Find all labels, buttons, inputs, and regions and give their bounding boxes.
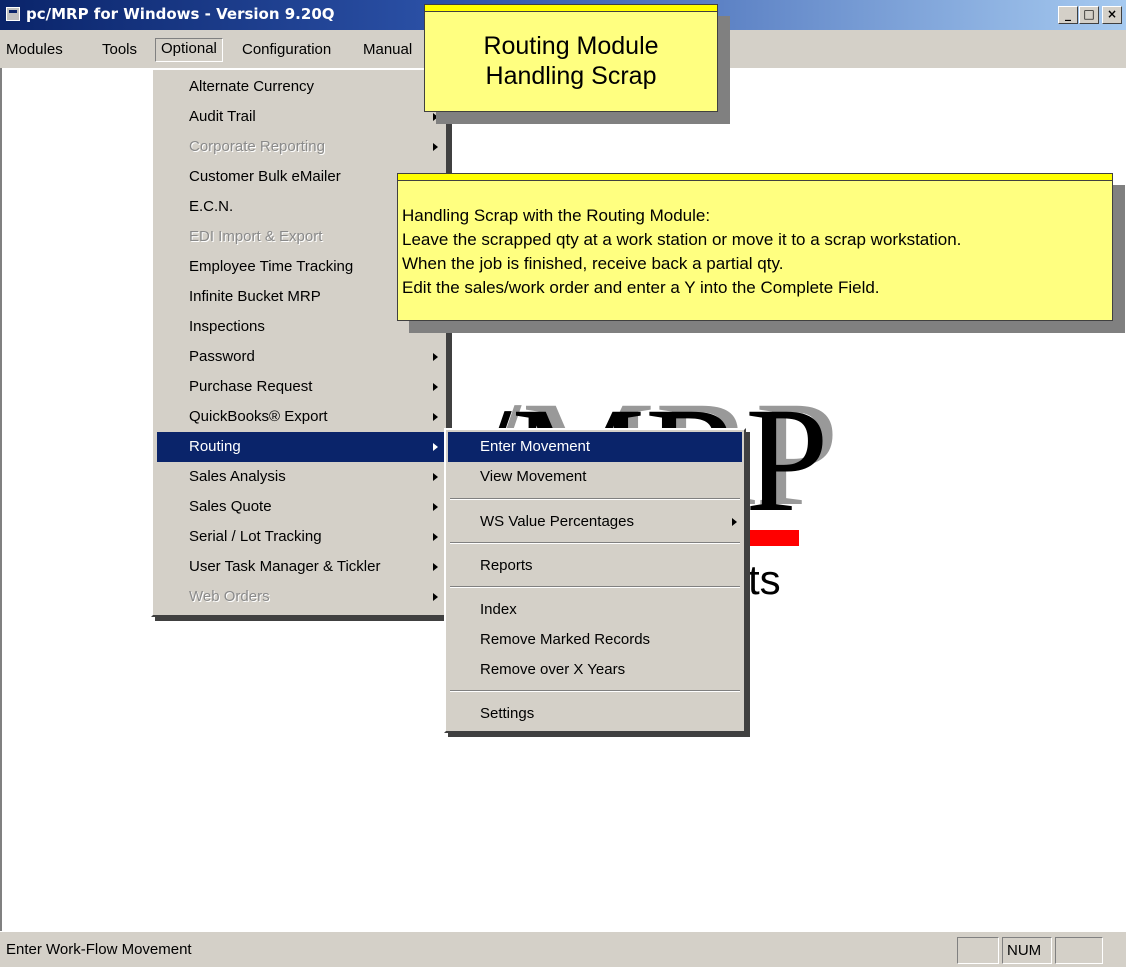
menu-item-label: Employee Time Tracking: [189, 258, 354, 275]
menu-item-web-orders: Web Orders: [157, 582, 444, 612]
menu-item-index[interactable]: Index: [448, 595, 742, 625]
menu-item-label: Audit Trail: [189, 108, 256, 125]
menu-item-label: Infinite Bucket MRP: [189, 288, 321, 305]
menu-item-label: Remove Marked Records: [480, 631, 651, 648]
submenu-arrow-icon: [433, 503, 438, 511]
callout-body-line3: When the job is finished, receive back a…: [402, 254, 784, 273]
menu-item-routing[interactable]: Routing: [157, 432, 444, 462]
menu-configuration[interactable]: Configuration: [242, 39, 331, 61]
menu-tools[interactable]: Tools: [102, 39, 137, 61]
callout-body-line4: Edit the sales/work order and enter a Y …: [402, 278, 880, 297]
window-title: pc/MRP for Windows - Version 9.20Q: [26, 5, 335, 23]
menu-item-label: Reports: [480, 557, 533, 574]
menu-item-label: Routing: [189, 438, 241, 455]
callout-body-line2: Leave the scrapped qty at a work station…: [402, 230, 962, 249]
callout-title-line2: Handling Scrap: [485, 62, 657, 90]
menu-item-label: Password: [189, 348, 255, 365]
menu-separator: [450, 586, 740, 588]
menu-item-label: Serial / Lot Tracking: [189, 528, 322, 545]
status-panel-blank: [1055, 937, 1103, 964]
menu-separator: [450, 690, 740, 692]
submenu-arrow-icon: [433, 113, 438, 121]
menu-item-sales-quote[interactable]: Sales Quote: [157, 492, 444, 522]
menu-item-label: View Movement: [480, 468, 587, 485]
maximize-button[interactable]: □: [1079, 6, 1099, 24]
minimize-button[interactable]: _: [1058, 6, 1078, 24]
menu-item-label: Customer Bulk eMailer: [189, 168, 341, 185]
menu-item-label: QuickBooks® Export: [189, 408, 328, 425]
callout-band: [425, 5, 717, 12]
menu-item-quickbooks-export[interactable]: QuickBooks® Export: [157, 402, 444, 432]
window-left-edge: [0, 68, 2, 931]
menu-item-serial-lot-tracking[interactable]: Serial / Lot Tracking: [157, 522, 444, 552]
menu-item-user-task-manager-tickler[interactable]: User Task Manager & Tickler: [157, 552, 444, 582]
menu-item-label: Sales Analysis: [189, 468, 286, 485]
close-button[interactable]: ×: [1102, 6, 1122, 24]
menu-item-label: Remove over X Years: [480, 661, 626, 678]
menu-modules[interactable]: Modules: [6, 39, 63, 61]
submenu-arrow-icon: [433, 353, 438, 361]
callout-body-line1: Handling Scrap with the Routing Module:: [402, 206, 711, 225]
callout-band: [398, 174, 1112, 181]
menu-item-password[interactable]: Password: [157, 342, 444, 372]
status-bar: Enter Work-Flow Movement NUM: [0, 931, 1126, 967]
menu-item-label: User Task Manager & Tickler: [189, 558, 381, 575]
menu-item-ws-value-percentages[interactable]: WS Value Percentages: [448, 507, 742, 537]
menu-item-label: Purchase Request: [189, 378, 313, 395]
routing-submenu: Enter Movement View Movement WS Value Pe…: [444, 428, 746, 733]
info-callout: Handling Scrap with the Routing Module: …: [397, 173, 1113, 321]
status-message: Enter Work-Flow Movement: [6, 941, 192, 958]
menu-item-label: Inspections: [189, 318, 265, 335]
menu-separator: [450, 498, 740, 500]
submenu-arrow-icon: [433, 593, 438, 601]
menu-manual[interactable]: Manual: [363, 39, 412, 61]
menu-item-label: Index: [480, 601, 517, 618]
status-panel-empty: [957, 937, 999, 964]
menu-item-label: Enter Movement: [480, 438, 591, 455]
menu-item-remove-over-x-years[interactable]: Remove over X Years: [448, 655, 742, 685]
menu-separator: [450, 542, 740, 544]
title-callout: Routing Module Handling Scrap: [424, 4, 718, 112]
menu-item-settings[interactable]: Settings: [448, 699, 742, 729]
status-panel-num: NUM: [1002, 937, 1052, 964]
menu-item-label: WS Value Percentages: [480, 513, 634, 530]
menu-item-label: Corporate Reporting: [189, 138, 325, 155]
submenu-arrow-icon: [433, 473, 438, 481]
menu-item-enter-movement[interactable]: Enter Movement: [448, 432, 742, 462]
callout-title-line1: Routing Module: [483, 32, 659, 60]
submenu-arrow-icon: [433, 413, 438, 421]
menu-item-label: Web Orders: [189, 588, 270, 605]
menu-item-label: E.C.N.: [189, 198, 234, 215]
menu-item-label: Settings: [480, 705, 535, 722]
menu-item-label: Sales Quote: [189, 498, 272, 515]
menu-item-label: Alternate Currency: [189, 78, 315, 95]
optional-menu: Alternate Currency Audit Trail Corporate R…: [151, 68, 448, 617]
menu-item-alternate-currency[interactable]: Alternate Currency: [157, 72, 444, 102]
logo-subtext: ts: [748, 556, 781, 603]
menu-item-view-movement[interactable]: View Movement: [448, 462, 742, 492]
menu-item-purchase-request[interactable]: Purchase Request: [157, 372, 444, 402]
submenu-arrow-icon: [433, 533, 438, 541]
submenu-arrow-icon: [433, 383, 438, 391]
logo-red-bar: [745, 530, 799, 546]
submenu-arrow-icon: [433, 563, 438, 571]
menu-item-sales-analysis[interactable]: Sales Analysis: [157, 462, 444, 492]
menu-item-remove-marked-records[interactable]: Remove Marked Records: [448, 625, 742, 655]
app-icon[interactable]: [6, 7, 20, 21]
menu-item-corporate-reporting: Corporate Reporting: [157, 132, 444, 162]
menu-optional[interactable]: Optional: [155, 38, 223, 62]
menu-item-label: EDI Import & Export: [189, 228, 323, 245]
menu-item-reports[interactable]: Reports: [448, 551, 742, 581]
submenu-arrow-icon: [732, 518, 737, 526]
menu-item-audit-trail[interactable]: Audit Trail: [157, 102, 444, 132]
submenu-arrow-icon: [433, 443, 438, 451]
submenu-arrow-icon: [433, 143, 438, 151]
